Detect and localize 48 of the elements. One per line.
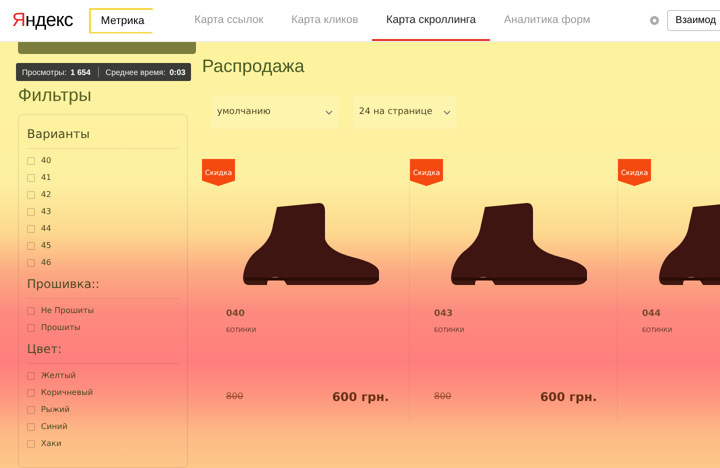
- checkbox[interactable]: [27, 190, 35, 198]
- option-label: 44: [41, 224, 52, 233]
- help-icon[interactable]: [650, 16, 659, 25]
- checkbox[interactable]: [27, 242, 35, 250]
- views-label: Просмотры:: [22, 68, 67, 76]
- checkbox[interactable]: [27, 388, 35, 396]
- option-label: 41: [41, 173, 52, 182]
- checkbox[interactable]: [27, 306, 35, 314]
- option-label: 42: [41, 190, 52, 199]
- option-label: Желтый: [41, 371, 76, 380]
- checkbox[interactable]: [27, 440, 35, 448]
- option-label: Рыжий: [41, 405, 70, 414]
- old-price: 800: [226, 392, 244, 402]
- option-label: 43: [41, 207, 52, 216]
- option-label: Синий: [41, 422, 68, 431]
- filter-group-title: Цвет:: [27, 342, 63, 356]
- filter-group-title: Варианты: [27, 127, 91, 141]
- product-price: 600 грн.: [540, 390, 597, 404]
- checkbox[interactable]: [27, 224, 35, 232]
- views-value: 1 654: [70, 68, 91, 76]
- option-label: Прошиты: [41, 323, 80, 332]
- checkbox[interactable]: [27, 174, 35, 182]
- per-page-select[interactable]: 24 на странице: [353, 95, 457, 129]
- checkbox[interactable]: [27, 406, 35, 414]
- sort-select[interactable]: умолчанию: [211, 95, 339, 129]
- old-price: 800: [434, 392, 452, 402]
- time-label: Среднее время:: [106, 68, 166, 76]
- option-label: 40: [41, 156, 52, 165]
- checkbox[interactable]: [27, 324, 35, 332]
- time-value: 0:03: [169, 68, 186, 76]
- checkbox[interactable]: [27, 156, 35, 164]
- chevron-icon: [443, 110, 451, 114]
- checkbox[interactable]: [27, 372, 35, 380]
- option-label: Коричневый: [41, 388, 93, 397]
- option-label: 45: [41, 241, 52, 250]
- interaction-button[interactable]: Взаимод: [666, 10, 720, 31]
- yandex-logo[interactable]: Яндекс: [12, 10, 73, 32]
- checkbox[interactable]: [27, 258, 35, 266]
- filter-group-title: Прошивка::: [27, 277, 101, 291]
- checkbox[interactable]: [27, 208, 35, 216]
- filters-title: Фильтры: [18, 85, 92, 106]
- chevron-icon: [325, 110, 333, 114]
- checkbox[interactable]: [27, 422, 35, 430]
- option-label: Не Прошиты: [41, 306, 94, 315]
- product-price: 600 грн.: [332, 390, 389, 404]
- option-label: 46: [41, 258, 52, 267]
- catalog-title: Распродажа: [202, 56, 306, 77]
- option-label: Хаки: [41, 439, 62, 448]
